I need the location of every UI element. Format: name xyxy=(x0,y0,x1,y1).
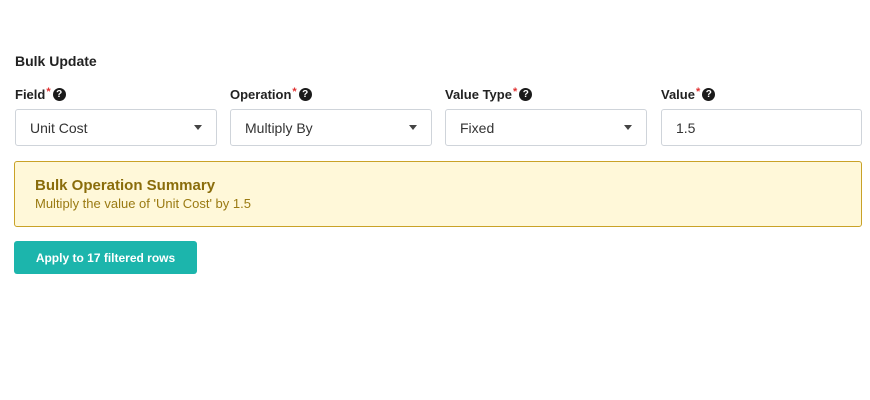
bulk-operation-summary: Bulk Operation Summary Multiply the valu… xyxy=(14,161,862,227)
operation-select[interactable]: Multiply By xyxy=(230,109,432,146)
summary-title: Bulk Operation Summary xyxy=(35,177,216,194)
field-label-row: Field * ? xyxy=(15,87,217,105)
field-label: Field xyxy=(15,87,46,102)
value-input[interactable] xyxy=(676,119,847,136)
caret-down-icon xyxy=(409,125,417,130)
summary-text: Multiply the value of 'Unit Cost' by 1.5 xyxy=(35,196,251,211)
value-type-label-row: Value Type * ? xyxy=(445,87,647,105)
value-type-select-group: Value Type * ? Fixed xyxy=(445,87,647,146)
apply-button[interactable]: Apply to 17 filtered rows xyxy=(14,241,197,274)
operation-select-value: Multiply By xyxy=(245,119,313,136)
field-select[interactable]: Unit Cost xyxy=(15,109,217,146)
caret-down-icon xyxy=(624,125,632,130)
value-label: Value xyxy=(661,87,695,102)
value-type-select[interactable]: Fixed xyxy=(445,109,647,146)
help-icon[interactable]: ? xyxy=(52,88,66,101)
help-icon[interactable]: ? xyxy=(519,88,533,101)
operation-label-row: Operation * ? xyxy=(230,87,432,105)
help-icon[interactable]: ? xyxy=(298,88,312,101)
field-select-value: Unit Cost xyxy=(30,119,88,136)
caret-down-icon xyxy=(194,125,202,130)
value-label-row: Value * ? xyxy=(661,87,862,105)
operation-label: Operation xyxy=(230,87,292,102)
required-asterisk: * xyxy=(695,86,701,98)
field-select-group: Field * ? Unit Cost xyxy=(15,87,217,146)
operation-select-group: Operation * ? Multiply By xyxy=(230,87,432,146)
value-type-select-value: Fixed xyxy=(460,119,495,136)
value-input-group: Value * ? xyxy=(661,87,862,146)
value-input-wrapper xyxy=(661,109,862,146)
value-type-label: Value Type xyxy=(445,87,512,102)
bulk-update-title: Bulk Update xyxy=(15,53,97,69)
required-asterisk: * xyxy=(512,86,518,98)
required-asterisk: * xyxy=(46,86,51,98)
help-icon[interactable]: ? xyxy=(702,88,716,101)
required-asterisk: * xyxy=(292,86,297,98)
